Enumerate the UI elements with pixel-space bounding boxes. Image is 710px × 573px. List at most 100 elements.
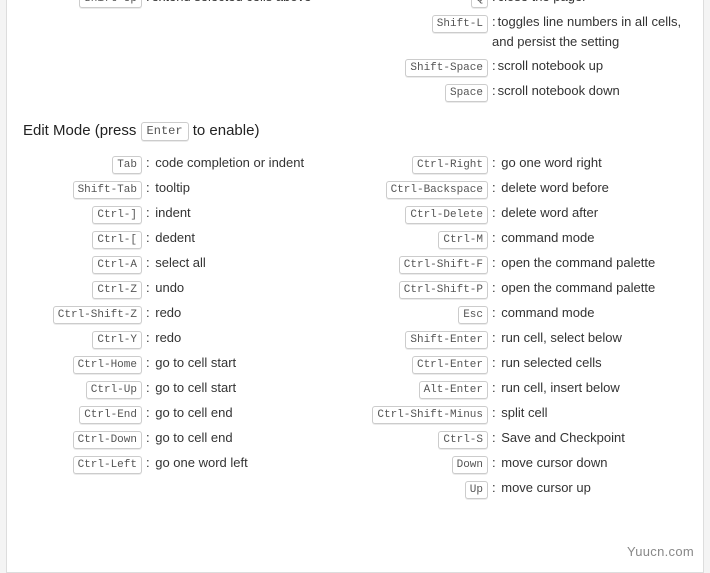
- shortcut-desc: go to cell start: [155, 380, 236, 395]
- shortcut-row: Ctrl-Backspace: delete word before: [365, 178, 691, 199]
- shortcut-desc: delete word after: [501, 205, 598, 220]
- key-badge: Shift-Enter: [405, 331, 488, 349]
- key-badge: Ctrl-Delete: [405, 206, 488, 224]
- shortcut-desc: run cell, insert below: [501, 380, 620, 395]
- key-badge: Q: [471, 0, 488, 8]
- key-badge: Alt-Enter: [419, 381, 488, 399]
- shortcut-row: Up: move cursor up: [365, 478, 691, 499]
- shortcut-desc: Save and Checkpoint: [501, 430, 625, 445]
- shortcut-row: Ctrl-A: select all: [19, 253, 345, 274]
- edit-mode-left-col: Tab: code completion or indent Shift-Tab:…: [19, 149, 345, 478]
- key-badge: Ctrl-S: [438, 431, 488, 449]
- edit-mode-columns: Tab: code completion or indent Shift-Tab:…: [19, 149, 691, 503]
- shortcut-desc: open the command palette: [501, 255, 655, 270]
- key-badge: Ctrl-Left: [73, 456, 142, 474]
- shortcut-row: Ctrl-[: dedent: [19, 228, 345, 249]
- shortcut-desc: move cursor down: [501, 455, 607, 470]
- key-badge: Ctrl-Z: [92, 281, 142, 299]
- shortcut-desc: delete word before: [501, 180, 609, 195]
- shortcut-desc: command mode: [501, 305, 594, 320]
- shortcut-row: Ctrl-Enter: run selected cells: [365, 353, 691, 374]
- shortcut-desc: open the command palette: [501, 280, 655, 295]
- enter-key-badge: Enter: [141, 122, 189, 141]
- shortcut-row: Shift-Up :extend selected cells above: [19, 0, 345, 8]
- shortcut-row: Space :scroll notebook down: [365, 81, 691, 102]
- shortcut-desc: redo: [155, 305, 181, 320]
- shortcut-desc: go one word right: [501, 155, 601, 170]
- key-badge: Ctrl-Shift-Z: [53, 306, 142, 324]
- shortcut-desc: go one word left: [155, 455, 248, 470]
- key-badge: Ctrl-End: [79, 406, 142, 424]
- shortcut-desc: scroll notebook up: [498, 58, 604, 73]
- shortcut-desc: extend selected cells above: [152, 0, 312, 4]
- shortcut-desc: go to cell end: [155, 405, 232, 420]
- key-badge: Shift-Up: [79, 0, 142, 8]
- shortcut-row: Alt-Enter: run cell, insert below: [365, 378, 691, 399]
- shortcut-row: Down: move cursor down: [365, 453, 691, 474]
- shortcut-row: Ctrl-Z: undo: [19, 278, 345, 299]
- shortcut-row: Shift-L :toggles line numbers in all cel…: [365, 12, 691, 52]
- shortcut-row: Shift-Space :scroll notebook up: [365, 56, 691, 77]
- key-badge: Ctrl-Backspace: [386, 181, 488, 199]
- shortcuts-panel: Shift-Up :extend selected cells above Q …: [6, 0, 704, 573]
- key-badge: Ctrl-M: [438, 231, 488, 249]
- command-mode-left-col: Shift-Up :extend selected cells above: [19, 0, 345, 12]
- key-badge: Ctrl-[: [92, 231, 142, 249]
- key-badge: Ctrl-Shift-P: [399, 281, 488, 299]
- key-badge: Ctrl-A: [92, 256, 142, 274]
- shortcut-row: Ctrl-Shift-Z: redo: [19, 303, 345, 324]
- shortcut-desc: dedent: [155, 230, 195, 245]
- key-badge: Ctrl-]: [92, 206, 142, 224]
- edit-mode-right-col: Ctrl-Right: go one word right Ctrl-Backsp…: [365, 149, 691, 503]
- shortcut-desc: select all: [155, 255, 206, 270]
- shortcut-row: Ctrl-Down: go to cell end: [19, 428, 345, 449]
- key-badge: Ctrl-Shift-F: [399, 256, 488, 274]
- key-badge: Ctrl-Enter: [412, 356, 488, 374]
- shortcut-desc: run selected cells: [501, 355, 601, 370]
- shortcut-row: Shift-Tab: tooltip: [19, 178, 345, 199]
- shortcut-row: Ctrl-Left: go one word left: [19, 453, 345, 474]
- shortcut-row: Ctrl-End: go to cell end: [19, 403, 345, 424]
- shortcut-desc: code completion or indent: [155, 155, 304, 170]
- key-badge: Shift-Tab: [73, 181, 142, 199]
- shortcut-row: Ctrl-Delete: delete word after: [365, 203, 691, 224]
- key-badge: Shift-L: [432, 15, 488, 33]
- key-badge: Space: [445, 84, 488, 102]
- shortcut-row: Ctrl-M: command mode: [365, 228, 691, 249]
- key-badge: Ctrl-Down: [73, 431, 142, 449]
- shortcut-desc: split cell: [501, 405, 547, 420]
- shortcut-desc: toggles line numbers in all cells, and p…: [492, 14, 681, 49]
- key-badge: Tab: [112, 156, 142, 174]
- shortcut-row: Ctrl-Shift-F: open the command palette: [365, 253, 691, 274]
- shortcut-desc: go to cell start: [155, 355, 236, 370]
- command-mode-columns-tail: Shift-Up :extend selected cells above Q …: [19, 0, 691, 106]
- key-badge: Up: [465, 481, 488, 499]
- key-badge: Shift-Space: [405, 59, 488, 77]
- key-badge: Ctrl-Home: [73, 356, 142, 374]
- edit-mode-heading: Edit Mode (press Enter to enable): [19, 122, 691, 141]
- shortcut-desc: undo: [155, 280, 184, 295]
- shortcut-desc: tooltip: [155, 180, 190, 195]
- shortcut-row: Shift-Enter: run cell, select below: [365, 328, 691, 349]
- shortcut-row: Ctrl-Shift-Minus: split cell: [365, 403, 691, 424]
- shortcut-row: Ctrl-Home: go to cell start: [19, 353, 345, 374]
- shortcut-row: Esc: command mode: [365, 303, 691, 324]
- shortcut-desc: run cell, select below: [501, 330, 622, 345]
- shortcut-row: Ctrl-Right: go one word right: [365, 153, 691, 174]
- command-mode-right-col: Q :close the pager Shift-L :toggles line…: [365, 0, 691, 106]
- shortcut-desc: redo: [155, 330, 181, 345]
- shortcut-row: Ctrl-S: Save and Checkpoint: [365, 428, 691, 449]
- shortcut-row: Ctrl-Shift-P: open the command palette: [365, 278, 691, 299]
- key-badge: Ctrl-Y: [92, 331, 142, 349]
- key-badge: Ctrl-Right: [412, 156, 488, 174]
- key-badge: Ctrl-Up: [86, 381, 142, 399]
- shortcut-desc: move cursor up: [501, 480, 591, 495]
- shortcut-desc: scroll notebook down: [498, 83, 620, 98]
- shortcut-row: Tab: code completion or indent: [19, 153, 345, 174]
- key-badge: Esc: [458, 306, 488, 324]
- shortcut-row: Ctrl-]: indent: [19, 203, 345, 224]
- shortcut-desc: close the pager: [498, 0, 587, 4]
- key-badge: Ctrl-Shift-Minus: [372, 406, 488, 424]
- shortcut-desc: command mode: [501, 230, 594, 245]
- shortcut-row: Q :close the pager: [365, 0, 691, 8]
